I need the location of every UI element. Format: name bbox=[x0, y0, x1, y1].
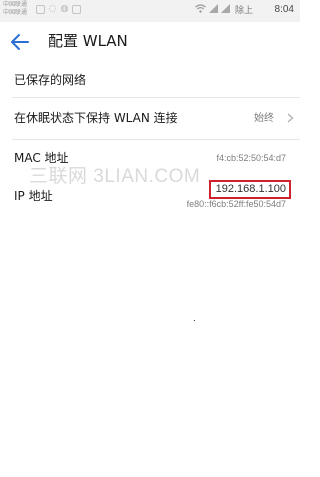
carrier-labels: 中国联通 中国联通 bbox=[3, 1, 27, 17]
mac-address-value: f4:cb:52:50:54:d7 bbox=[216, 153, 286, 163]
carrier-1: 中国联通 bbox=[3, 1, 28, 8]
saved-networks-label: 已保存的网络 bbox=[14, 73, 87, 87]
message-icon: ◌ bbox=[48, 4, 57, 14]
sleep-wlan-label: 在休眠状态下保持 WLAN 连接 bbox=[14, 111, 178, 125]
ipv6-value: fe80::f6cb:52ff:fe50:54d7 bbox=[186, 199, 286, 209]
saved-networks-row[interactable]: 已保存的网络 bbox=[0, 62, 300, 98]
chevron-right-icon bbox=[287, 113, 294, 123]
sleep-wlan-value: 始终 bbox=[254, 113, 274, 124]
back-arrow-icon[interactable] bbox=[8, 30, 32, 54]
wifi-icon bbox=[195, 4, 206, 13]
carrier-2: 中国联通 bbox=[3, 9, 28, 16]
mac-address-label: MAC 地址 bbox=[14, 151, 69, 165]
status-system-icons bbox=[195, 4, 230, 13]
signal-icon-2 bbox=[221, 4, 230, 13]
notification-icon bbox=[36, 5, 45, 14]
stray-dot bbox=[194, 320, 195, 321]
chat-icon: ◍ bbox=[60, 4, 69, 14]
sleep-wlan-row[interactable]: 在休眠状态下保持 WLAN 连接 始终 bbox=[0, 98, 300, 140]
ipv4-value: 192.168.1.100 bbox=[215, 183, 286, 195]
ip-address-label: IP 地址 bbox=[14, 189, 53, 203]
status-time: 8:04 bbox=[274, 4, 294, 15]
status-notification-icons: ◌ ◍ bbox=[36, 5, 81, 14]
signal-icon bbox=[209, 4, 218, 13]
alarm-icon: 除上 bbox=[234, 6, 253, 16]
app-header: 配置 WLAN bbox=[0, 22, 300, 62]
app-icon bbox=[72, 5, 81, 14]
status-bar: 中国联通 中国联通 ◌ ◍ 除上 8:04 bbox=[0, 0, 300, 22]
page-title: 配置 WLAN bbox=[48, 32, 128, 50]
